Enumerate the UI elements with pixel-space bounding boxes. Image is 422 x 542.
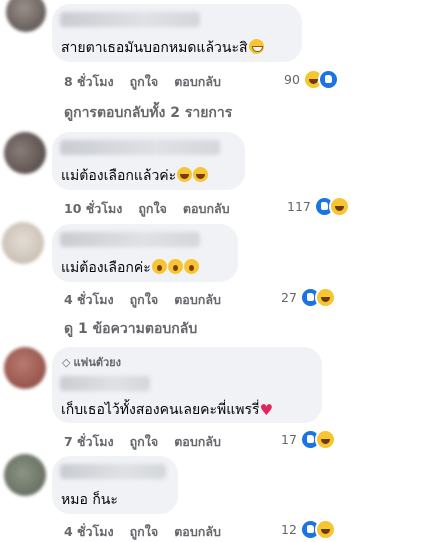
diamond-icon: ◇	[62, 356, 71, 369]
avatar[interactable]	[6, 0, 46, 32]
heart-emoji-icon: ♥	[259, 401, 274, 419]
haha-reaction-icon	[328, 196, 350, 217]
avatar[interactable]	[4, 347, 46, 389]
reply-button[interactable]: ตอบกลับ	[183, 199, 230, 219]
commenter-name[interactable]	[60, 376, 150, 391]
top-fan-badge[interactable]: ◇ แฟนตัวยง	[62, 353, 121, 371]
like-reaction-icon	[317, 69, 339, 90]
comment-actions: 4 ชั่วโมง ถูกใจ ตอบกลับ	[64, 522, 221, 542]
avatar[interactable]	[2, 222, 44, 264]
reaction-count: 27	[281, 290, 297, 305]
comment-text-row: เก็บเธอไว้ทั้งสองคนเลยคะพี่แพรรี่♥	[61, 399, 273, 421]
haha-reaction-icon	[314, 429, 336, 450]
comment-bubble: ◇ แฟนตัวยง เก็บเธอไว้ทั้งสองคนเลยคะพี่แพร…	[52, 347, 322, 423]
reply-button[interactable]: ตอบกลับ	[174, 432, 221, 452]
comment-time[interactable]: 8 ชั่วโมง	[64, 72, 114, 92]
comment-time[interactable]: 7 ชั่วโมง	[64, 432, 114, 452]
like-button[interactable]: ถูกใจ	[138, 199, 167, 219]
commenter-name[interactable]	[60, 140, 220, 155]
comment-text-row: หมอ ก็นะ	[61, 489, 118, 511]
wow-emoji-icon	[183, 259, 199, 274]
reaction-count: 90	[284, 72, 300, 87]
comment-text-row: แม่ต้องเลือกค่ะ	[61, 257, 199, 279]
badge-label: แฟนตัวยง	[73, 356, 122, 369]
like-button[interactable]: ถูกใจ	[130, 522, 159, 542]
comment-actions: 10 ชั่วโมง ถูกใจ ตอบกลับ	[64, 199, 230, 219]
reaction-count: 117	[287, 199, 311, 214]
commenter-name[interactable]	[60, 464, 166, 479]
comment-text: เก็บเธอไว้ทั้งสองคนเลยคะพี่แพรรี่	[61, 402, 260, 418]
haha-reaction-icon	[314, 287, 336, 308]
laughing-emoji-icon	[193, 167, 209, 182]
reaction-summary[interactable]: 27	[281, 287, 336, 308]
comment-actions: 4 ชั่วโมง ถูกใจ ตอบกลับ	[64, 290, 221, 310]
reaction-count: 12	[281, 522, 297, 537]
comment-bubble: แม่ต้องเลือกแล้วค่ะ	[52, 132, 245, 190]
comment-time[interactable]: 4 ชั่วโมง	[64, 522, 114, 542]
avatar[interactable]	[4, 132, 46, 174]
reply-button[interactable]: ตอบกลับ	[174, 522, 221, 542]
commenter-name[interactable]	[60, 232, 200, 247]
like-button[interactable]: ถูกใจ	[130, 432, 159, 452]
reaction-count: 17	[281, 432, 297, 447]
comment-text: แม่ต้องเลือกแล้วค่ะ	[61, 168, 177, 184]
haha-reaction-icon	[314, 519, 336, 540]
reaction-summary[interactable]: 117	[287, 196, 350, 217]
reply-button[interactable]: ตอบกลับ	[174, 290, 221, 310]
comment-bubble: หมอ ก็นะ	[52, 456, 178, 514]
comment-bubble: แม่ต้องเลือกค่ะ	[52, 224, 238, 282]
comment-text-row: สายตาเธอมันบอกหมดแล้วนะสิ	[61, 37, 264, 59]
comment-actions: 7 ชั่วโมง ถูกใจ ตอบกลับ	[64, 432, 221, 452]
like-button[interactable]: ถูกใจ	[130, 290, 159, 310]
reaction-summary[interactable]: 12	[281, 519, 336, 540]
comment-bubble: สายตาเธอมันบอกหมดแล้วนะสิ	[52, 4, 302, 62]
comment-text: แม่ต้องเลือกค่ะ	[61, 260, 151, 276]
grin-emoji-icon	[248, 39, 264, 54]
comment-time[interactable]: 10 ชั่วโมง	[64, 199, 122, 219]
comment-text: หมอ ก็นะ	[61, 492, 118, 508]
laughing-emoji-icon	[177, 167, 193, 182]
comment-actions: 8 ชั่วโมง ถูกใจ ตอบกลับ	[64, 72, 221, 92]
commenter-name[interactable]	[60, 12, 200, 27]
reaction-summary[interactable]: 17	[281, 429, 336, 450]
wow-emoji-icon	[151, 259, 167, 274]
like-button[interactable]: ถูกใจ	[130, 72, 159, 92]
wow-emoji-icon	[167, 259, 183, 274]
reply-button[interactable]: ตอบกลับ	[174, 72, 221, 92]
view-replies-link[interactable]: ดูการตอบกลับทั้ง 2 รายการ	[64, 102, 232, 124]
comment-text-row: แม่ต้องเลือกแล้วค่ะ	[61, 165, 209, 187]
comment-text: สายตาเธอมันบอกหมดแล้วนะสิ	[61, 40, 248, 56]
reaction-summary[interactable]: 90	[284, 69, 339, 90]
avatar[interactable]	[4, 454, 46, 496]
view-replies-link[interactable]: ดู 1 ข้อความตอบกลับ	[64, 318, 197, 340]
comment-time[interactable]: 4 ชั่วโมง	[64, 290, 114, 310]
